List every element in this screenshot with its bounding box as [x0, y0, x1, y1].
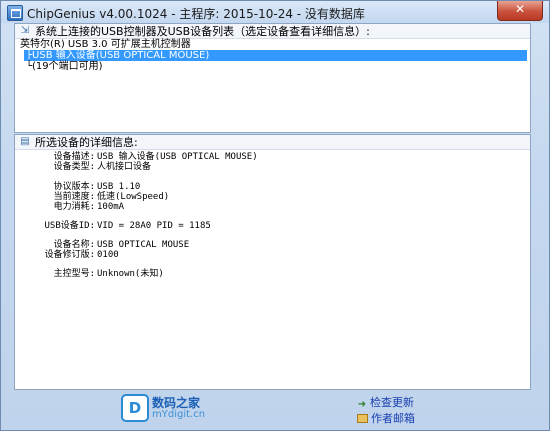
device-tree[interactable]: 英特尔(R) USB 3.0 可扩展主机控制器 ├USB 输入设备(USB OP… — [18, 39, 527, 72]
detail-value: USB 输入设备(USB OPTICAL MOUSE) — [97, 152, 258, 162]
detail-label: 协议版本: — [53, 182, 95, 192]
detail-label: 设备类型: — [53, 162, 95, 172]
device-list-header-label: 系统上连接的USB控制器及USB设备列表（选定设备查看详细信息）: — [35, 25, 370, 38]
detail-row-power: 电力消耗: 100mA — [17, 202, 517, 212]
detail-value: 人机接口设备 — [97, 162, 152, 172]
detail-label: USB设备ID: — [44, 221, 95, 231]
detail-row-description: 设备描述: USB 输入设备(USB OPTICAL MOUSE) — [17, 152, 517, 162]
device-list-header: ⇲ 系统上连接的USB控制器及USB设备列表（选定设备查看详细信息）: — [15, 24, 530, 39]
detail-label: 电力消耗: — [53, 202, 95, 212]
detail-row-name: 设备名称: USB OPTICAL MOUSE — [17, 240, 517, 250]
title-bar[interactable]: ChipGenius v4.00.1024 - 主程序: 2015-10-24 … — [1, 1, 549, 23]
detail-value: Unknown(未知) — [97, 269, 164, 279]
device-list-panel: ⇲ 系统上连接的USB控制器及USB设备列表（选定设备查看详细信息）: 英特尔(… — [14, 23, 531, 133]
tree-item-controller[interactable]: 英特尔(R) USB 3.0 可扩展主机控制器 — [18, 39, 527, 50]
footer: D 数码之家 mYdigit.cn ➜ 检查更新 作者邮箱 — [1, 390, 549, 430]
detail-label: 设备修订版: — [44, 250, 95, 260]
close-button[interactable]: ✕ — [497, 1, 543, 21]
app-window: ChipGenius v4.00.1024 - 主程序: 2015-10-24 … — [0, 0, 550, 431]
tree-item-free-ports[interactable]: └(19个端口可用) — [18, 61, 527, 72]
check-update-link[interactable]: ➜ 检查更新 — [357, 394, 414, 410]
detail-value: USB 1.10 — [97, 182, 141, 192]
author-email-link[interactable]: 作者邮箱 — [357, 410, 415, 426]
detail-value: 100mA — [97, 202, 125, 212]
detail-label: 当前速度: — [53, 192, 95, 202]
detail-value: VID = 28A0 PID = 1185 — [97, 221, 211, 231]
detail-label: 设备描述: — [53, 152, 95, 162]
detail-row-revision: 设备修订版: 0100 — [17, 250, 517, 260]
detail-row-controller: 主控型号: Unknown(未知) — [17, 269, 517, 279]
detail-label: 主控型号: — [53, 269, 95, 279]
details-text-area[interactable]: 设备描述: USB 输入设备(USB OPTICAL MOUSE) 设备类型: … — [17, 150, 528, 387]
window-title: ChipGenius v4.00.1024 - 主程序: 2015-10-24 … — [27, 7, 365, 21]
detail-row-usb-id: USB设备ID: VID = 28A0 PID = 1185 — [17, 221, 517, 231]
detail-row-type: 设备类型: 人机接口设备 — [17, 162, 517, 172]
logo-url[interactable]: mYdigit.cn — [152, 409, 205, 420]
tree-item-usb-mouse[interactable]: ├USB 输入设备(USB OPTICAL MOUSE) — [24, 50, 527, 61]
detail-label: 设备名称: — [53, 240, 95, 250]
mail-icon — [357, 414, 368, 423]
author-email-label: 作者邮箱 — [371, 412, 415, 425]
detail-value: USB OPTICAL MOUSE — [97, 240, 190, 250]
detail-row-speed: 当前速度: 低速(LowSpeed) — [17, 192, 517, 202]
check-update-label: 检查更新 — [370, 396, 414, 409]
detail-value: 0100 — [97, 250, 119, 260]
details-header-label: 所选设备的详细信息: — [35, 136, 138, 149]
details-header: ▤ 所选设备的详细信息: — [15, 135, 530, 150]
chipgenius-app-icon — [7, 5, 23, 21]
device-details-panel: ▤ 所选设备的详细信息: 设备描述: USB 输入设备(USB OPTICAL … — [14, 134, 531, 390]
update-arrow-icon: ➜ — [357, 399, 367, 410]
detail-value: 低速(LowSpeed) — [97, 192, 170, 202]
mydigit-logo-icon[interactable]: D — [121, 394, 149, 422]
tree-icon: ⇲ — [20, 25, 30, 36]
document-icon: ▤ — [20, 136, 30, 147]
detail-row-protocol: 协议版本: USB 1.10 — [17, 182, 517, 192]
